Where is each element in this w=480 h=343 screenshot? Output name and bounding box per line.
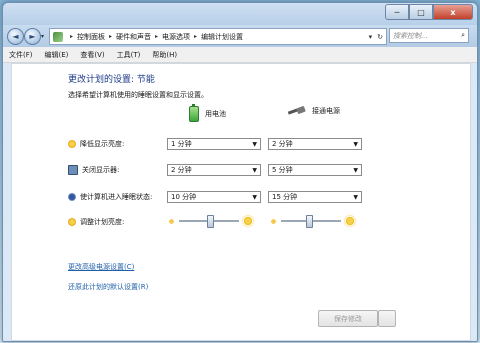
sleep-plugged-select[interactable]: 15 分钟 ▼ [268, 191, 362, 203]
search-placeholder: 搜索控制... [393, 31, 428, 40]
page-title: 更改计划的设置: 节能 [68, 75, 155, 85]
maximize-button[interactable]: □ [409, 4, 433, 20]
power-plug-icon [288, 107, 306, 115]
low-brightness-icon [270, 217, 277, 225]
turn-off-display-label: 关闭显示器: [82, 166, 120, 174]
navigation-bar: ◄ ► ▾ ▸ 控制面板 ▸ 硬件和声音 ▸ 电源选项 ▸ 编辑计划设置 ▾ ↻ [3, 25, 477, 47]
breadcrumb-hardware-sound[interactable]: 硬件和声音 [116, 32, 151, 42]
address-bar[interactable]: ▸ 控制面板 ▸ 硬件和声音 ▸ 电源选项 ▸ 编辑计划设置 ▾ ↻ [49, 28, 387, 45]
dropdown-arrow-icon: ▼ [353, 193, 358, 201]
dim-display-battery-select[interactable]: 1 分钟 ▼ [167, 138, 261, 150]
sleep-moon-icon [68, 193, 76, 201]
refresh-icon[interactable]: ↻ [377, 33, 383, 41]
sleep-battery-select[interactable]: 10 分钟 ▼ [167, 191, 261, 203]
dim-display-row: 降低显示亮度: [68, 139, 124, 149]
close-button[interactable]: x [433, 4, 473, 20]
turn-off-display-plugged-select[interactable]: 5 分钟 ▼ [268, 164, 362, 176]
turn-off-display-row: 关闭显示器: [68, 165, 119, 175]
save-changes-button[interactable]: 保存修改 [318, 310, 378, 327]
brightness-label: 调整计划亮度: [80, 218, 125, 226]
monitor-icon [68, 165, 78, 175]
dropdown-arrow-icon: ▼ [252, 166, 257, 174]
high-brightness-icon [243, 216, 253, 226]
address-dropdown-icon[interactable]: ▾ [369, 33, 373, 41]
dropdown-arrow-icon: ▼ [252, 193, 257, 201]
menu-help[interactable]: 帮助(H) [146, 50, 183, 60]
menu-edit[interactable]: 编辑(E) [39, 50, 75, 60]
dropdown-arrow-icon: ▼ [353, 140, 358, 148]
menu-tools[interactable]: 工具(T) [111, 50, 147, 60]
advanced-power-settings-link[interactable]: 更改高级电源设置(C) [68, 262, 134, 272]
control-panel-window: ─ □ x ◄ ► ▾ ▸ 控制面板 ▸ 硬件和声音 ▸ 电源选项 ▸ 编辑计划… [2, 2, 478, 342]
brightness-plugged-thumb[interactable] [305, 215, 313, 228]
control-panel-icon [53, 31, 63, 42]
breadcrumb-control-panel[interactable]: 控制面板 [77, 32, 105, 42]
main-content: 更改计划的设置: 节能 选择希望计算机使用的睡眠设置和显示设置。 用电池 接通电… [11, 63, 471, 341]
dropdown-arrow-icon: ▼ [353, 166, 358, 174]
dim-display-label: 降低显示亮度: [80, 140, 125, 148]
restore-defaults-link[interactable]: 还原此计划的默认设置(R) [68, 282, 148, 292]
brightness-row: 调整计划亮度: [68, 217, 124, 227]
sleep-row: 使计算机进入睡眠状态: [68, 192, 152, 202]
back-arrow-icon: ◄ [12, 32, 19, 41]
menu-file[interactable]: 文件(F) [3, 50, 39, 60]
search-box[interactable]: 搜索控制... ⌕ [389, 28, 469, 43]
search-icon[interactable]: ⌕ [461, 31, 465, 40]
recent-pages-dropdown-icon[interactable]: ▾ [41, 33, 44, 40]
brightness-icon [68, 218, 76, 226]
brightness-plugged-slider[interactable] [270, 215, 355, 228]
minimize-button[interactable]: ─ [385, 4, 409, 20]
turn-off-display-battery-select[interactable]: 2 分钟 ▼ [167, 164, 261, 176]
battery-icon [189, 104, 199, 122]
column-header-plugged: 接通电源 [288, 106, 340, 116]
brightness-battery-thumb[interactable] [206, 215, 214, 228]
column-header-battery: 用电池 [189, 104, 226, 122]
dim-brightness-icon [68, 140, 76, 148]
high-brightness-icon [345, 216, 355, 226]
sleep-label: 使计算机进入睡眠状态: [80, 193, 153, 201]
forward-button[interactable]: ► [24, 28, 41, 45]
breadcrumb-edit-plan[interactable]: 编辑计划设置 [201, 32, 243, 42]
breadcrumb-power-options[interactable]: 电源选项 [162, 32, 190, 42]
dim-display-plugged-select[interactable]: 2 分钟 ▼ [268, 138, 362, 150]
brightness-battery-slider[interactable] [168, 215, 253, 228]
back-button[interactable]: ◄ [7, 28, 24, 45]
menu-view[interactable]: 查看(V) [74, 50, 110, 60]
cancel-button[interactable] [378, 310, 396, 327]
forward-arrow-icon: ► [29, 32, 36, 41]
window-controls: ─ □ x [385, 4, 473, 20]
menu-bar: 文件(F) 编辑(E) 查看(V) 工具(T) 帮助(H) [3, 47, 477, 63]
dropdown-arrow-icon: ▼ [252, 140, 257, 148]
breadcrumb: ▸ 控制面板 ▸ 硬件和声音 ▸ 电源选项 ▸ 编辑计划设置 [70, 32, 244, 42]
title-bar: ─ □ x [3, 3, 477, 25]
low-brightness-icon [168, 217, 175, 225]
page-subtitle: 选择希望计算机使用的睡眠设置和显示设置。 [68, 91, 208, 99]
